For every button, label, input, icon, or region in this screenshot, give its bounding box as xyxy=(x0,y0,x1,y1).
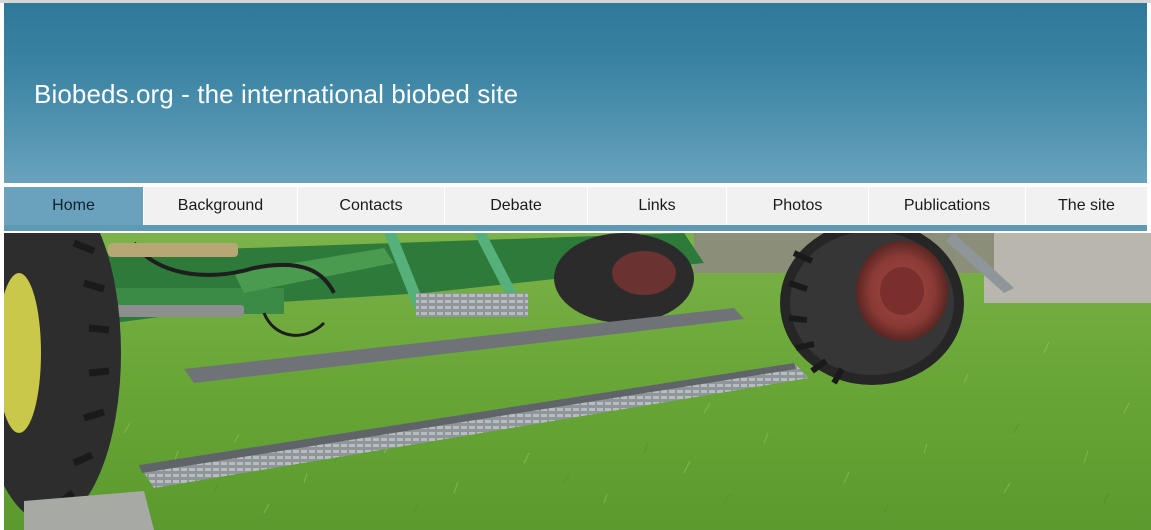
nav-item-publications[interactable]: Publications xyxy=(868,187,1025,225)
hero-photo-illustration xyxy=(4,233,1151,530)
hero-photo xyxy=(4,233,1151,530)
site-header: Biobeds.org - the international biobed s… xyxy=(4,3,1147,183)
tractor-front-bar xyxy=(114,305,244,317)
nav-item-contacts[interactable]: Contacts xyxy=(297,187,444,225)
nav-item-the-site[interactable]: The site xyxy=(1025,187,1147,225)
nav-item-debate[interactable]: Debate xyxy=(444,187,587,225)
concrete-wall xyxy=(984,233,1151,303)
nav-bar: Home Background Contacts Debate Links Ph… xyxy=(4,187,1147,227)
ladder-step xyxy=(416,293,528,317)
nav-item-background[interactable]: Background xyxy=(143,187,297,225)
nav-underline-bar xyxy=(4,225,1147,231)
main-navigation: Home Background Contacts Debate Links Ph… xyxy=(4,183,1147,233)
middle-tyre-hub xyxy=(612,251,676,295)
tractor-yellow-beam xyxy=(108,243,238,257)
nav-item-photos[interactable]: Photos xyxy=(726,187,868,225)
site-title: Biobeds.org - the international biobed s… xyxy=(34,79,519,109)
nav-item-home[interactable]: Home xyxy=(4,187,143,225)
page: Biobeds.org - the international biobed s… xyxy=(0,0,1151,530)
nav-item-links[interactable]: Links xyxy=(587,187,726,225)
